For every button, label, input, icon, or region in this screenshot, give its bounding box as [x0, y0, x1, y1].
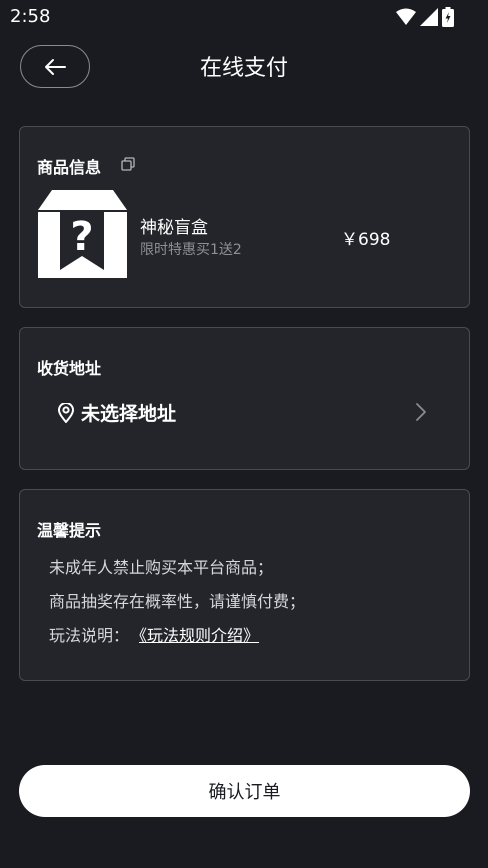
product-price: ￥698	[341, 230, 391, 250]
copy-icon[interactable]	[121, 157, 135, 171]
signal-icon	[420, 8, 438, 26]
status-time: 2:58	[10, 6, 51, 27]
product-subtitle: 限时特惠买1送2	[140, 242, 242, 258]
confirm-order-button[interactable]: 确认订单	[19, 765, 470, 817]
mystery-box-icon: ?	[38, 190, 127, 278]
status-bar: 2:58	[0, 0, 488, 34]
tip-line-3: 玩法说明： 《玩法规则介绍》	[49, 622, 259, 646]
shipping-address-title: 收货地址	[37, 359, 102, 378]
tips-title: 温馨提示	[37, 521, 102, 540]
tips-card: 温馨提示 未成年人禁止购买本平台商品； 商品抽奖存在概率性，请谨慎付费； 玩法说…	[19, 489, 470, 681]
tip-line-2: 商品抽奖存在概率性，请谨慎付费；	[49, 592, 306, 611]
rules-link[interactable]: 《玩法规则介绍》	[139, 626, 259, 645]
location-pin-icon	[57, 402, 75, 423]
product-info-card: 商品信息 ? 神秘盲盒 限时特惠买1送2 ￥698	[19, 126, 470, 308]
address-text: 未选择地址	[81, 403, 177, 425]
rules-label: 玩法说明：	[49, 626, 130, 645]
page-title: 在线支付	[199, 56, 288, 81]
address-row[interactable]: 未选择地址	[57, 399, 176, 426]
status-icons	[396, 7, 454, 27]
chevron-right-icon[interactable]	[414, 402, 428, 422]
tip-line-1: 未成年人禁止购买本平台商品；	[49, 558, 274, 577]
wifi-icon	[396, 8, 416, 25]
svg-text:?: ?	[70, 214, 93, 260]
product-name: 神秘盲盒	[140, 218, 208, 238]
shipping-address-card[interactable]: 收货地址 未选择地址	[19, 327, 470, 470]
battery-charging-icon	[442, 7, 454, 27]
confirm-order-label: 确认订单	[208, 782, 281, 803]
product-info-title: 商品信息	[37, 158, 102, 177]
